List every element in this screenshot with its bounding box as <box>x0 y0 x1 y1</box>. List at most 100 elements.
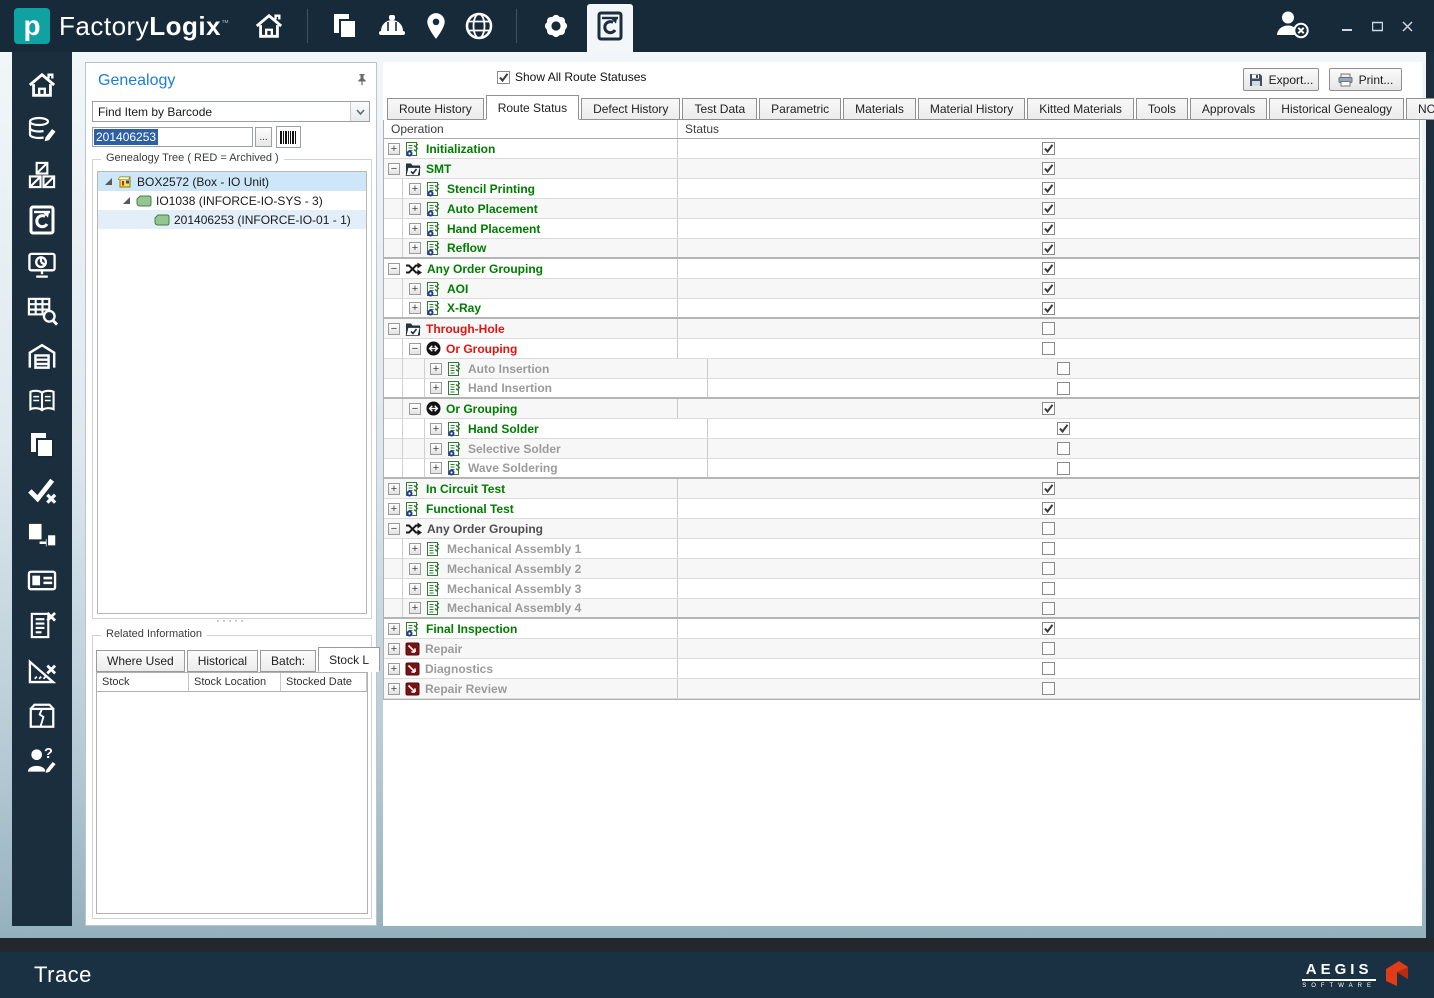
status-checkbox[interactable] <box>1057 422 1070 435</box>
sidebar-item-book[interactable] <box>12 377 72 422</box>
table-row[interactable]: + Hand Solder <box>384 419 1419 439</box>
table-row[interactable]: + Mechanical Assembly 1 <box>384 539 1419 559</box>
status-checkbox[interactable] <box>1042 322 1055 335</box>
tab-historical-genealogy[interactable]: Historical Genealogy <box>1269 98 1405 120</box>
table-row[interactable]: + Functional Test <box>384 499 1419 519</box>
expander-expand-icon[interactable]: + <box>409 202 421 215</box>
table-row[interactable]: + Selective Solder <box>384 439 1419 459</box>
expander-collapse-icon[interactable]: − <box>409 342 421 355</box>
expander-expand-icon[interactable]: + <box>409 242 421 254</box>
expander-expand-icon[interactable]: + <box>409 222 421 235</box>
related-tab-historical[interactable]: Historical <box>186 650 259 672</box>
expander-expand-icon[interactable]: + <box>409 182 421 195</box>
print-button[interactable]: Print... <box>1329 68 1402 91</box>
sidebar-item-data-edit[interactable] <box>12 107 72 152</box>
sidebar-item-measure[interactable] <box>12 647 72 692</box>
sidebar-item-id-card[interactable] <box>12 557 72 602</box>
browse-button[interactable]: ... <box>255 127 272 147</box>
expander-expand-icon[interactable]: + <box>409 602 421 614</box>
tree-item[interactable]: IO1038 (INFORCE-IO-SYS - 3) <box>98 191 366 210</box>
status-checkbox[interactable] <box>1042 562 1055 575</box>
table-row[interactable]: − Through-Hole <box>384 319 1419 339</box>
table-row[interactable]: + Mechanical Assembly 3 <box>384 579 1419 599</box>
tree-expander-icon[interactable] <box>104 177 113 186</box>
scan-barcode-button[interactable] <box>276 126 301 148</box>
status-checkbox[interactable] <box>1042 682 1055 695</box>
table-row[interactable]: + Auto Placement <box>384 199 1419 219</box>
gear-icon[interactable] <box>540 10 572 42</box>
expander-expand-icon[interactable]: + <box>388 662 400 675</box>
table-row[interactable]: + Repair Review <box>384 679 1419 699</box>
tab-parametric[interactable]: Parametric <box>759 98 842 120</box>
tab-kitted-materials[interactable]: Kitted Materials <box>1027 98 1134 120</box>
table-row[interactable]: − SMT <box>384 159 1419 179</box>
find-mode-select[interactable]: Find Item by Barcode <box>92 101 370 122</box>
table-row[interactable]: + Diagnostics <box>384 659 1419 679</box>
barcode-input[interactable]: 201406253 <box>92 127 253 147</box>
table-row[interactable]: − Or Grouping <box>384 399 1419 419</box>
expander-collapse-icon[interactable]: − <box>388 522 400 535</box>
related-tab-batch-[interactable]: Batch: <box>260 650 317 672</box>
status-checkbox[interactable] <box>1057 442 1070 455</box>
status-checkbox[interactable] <box>1057 461 1070 475</box>
table-row[interactable]: + X-Ray <box>384 299 1419 319</box>
status-checkbox[interactable] <box>1042 162 1055 175</box>
expander-expand-icon[interactable]: + <box>388 482 400 495</box>
user-logout-icon[interactable] <box>1274 9 1310 44</box>
expander-expand-icon[interactable]: + <box>388 502 400 515</box>
tab-material-history[interactable]: Material History <box>917 98 1026 120</box>
trace-module-button-active[interactable] <box>586 4 633 52</box>
table-row[interactable]: + Stencil Printing <box>384 179 1419 199</box>
status-checkbox[interactable] <box>1057 362 1070 375</box>
tab-tools[interactable]: Tools <box>1135 98 1188 120</box>
table-row[interactable]: + Wave Soldering <box>384 459 1419 479</box>
expander-expand-icon[interactable]: + <box>388 682 400 695</box>
status-checkbox[interactable] <box>1042 502 1055 515</box>
status-checkbox[interactable] <box>1042 402 1055 415</box>
status-checkbox[interactable] <box>1042 601 1055 615</box>
expander-expand-icon[interactable]: + <box>388 622 400 635</box>
status-checkbox[interactable] <box>1042 282 1055 295</box>
status-checkbox[interactable] <box>1042 202 1055 215</box>
tree-item[interactable]: BOX2572 (Box - IO Unit) <box>98 172 366 191</box>
documents-icon[interactable] <box>331 12 359 40</box>
sidebar-item-ncr-list[interactable] <box>12 602 72 647</box>
sidebar-item-damaged-box[interactable] <box>12 692 72 737</box>
status-checkbox[interactable] <box>1042 241 1055 255</box>
tree-item[interactable]: 201406253 (INFORCE-IO-01 - 1) <box>98 210 366 229</box>
table-row[interactable]: − Or Grouping <box>384 339 1419 359</box>
expander-expand-icon[interactable]: + <box>430 462 442 474</box>
tab-ncr-history[interactable]: NCR History <box>1406 98 1434 120</box>
expander-expand-icon[interactable]: + <box>409 562 421 575</box>
table-row[interactable]: + Mechanical Assembly 2 <box>384 559 1419 579</box>
show-all-checkbox[interactable] <box>497 70 510 84</box>
status-checkbox[interactable] <box>1042 522 1055 535</box>
table-row[interactable]: + AOI <box>384 279 1419 299</box>
expander-expand-icon[interactable]: + <box>409 582 421 595</box>
expander-collapse-icon[interactable]: − <box>409 402 421 415</box>
status-checkbox[interactable] <box>1042 262 1055 275</box>
table-row[interactable]: + Repair <box>384 639 1419 659</box>
tab-approvals[interactable]: Approvals <box>1189 98 1268 120</box>
status-checkbox[interactable] <box>1042 342 1055 355</box>
maximize-button[interactable] <box>1366 15 1388 37</box>
globe-icon[interactable] <box>465 12 493 40</box>
sidebar-item-trace-book[interactable] <box>12 197 72 242</box>
sidebar-item-verify[interactable] <box>12 467 72 512</box>
status-checkbox[interactable] <box>1042 222 1055 235</box>
expander-expand-icon[interactable]: + <box>409 282 421 295</box>
sidebar-item-table-search[interactable] <box>12 287 72 332</box>
status-checkbox[interactable] <box>1042 662 1055 675</box>
table-row[interactable]: + Final Inspection <box>384 619 1419 639</box>
table-row[interactable]: − Any Order Grouping <box>384 259 1419 279</box>
map-pin-icon[interactable] <box>425 11 447 41</box>
status-checkbox[interactable] <box>1042 642 1055 655</box>
expander-expand-icon[interactable]: + <box>388 142 400 155</box>
table-row[interactable]: + Mechanical Assembly 4 <box>384 599 1419 619</box>
table-row[interactable]: + Hand Insertion <box>384 379 1419 399</box>
table-row[interactable]: + Initialization <box>384 139 1419 159</box>
expander-collapse-icon[interactable]: − <box>388 162 400 175</box>
expander-expand-icon[interactable]: + <box>430 382 442 394</box>
table-row[interactable]: + Reflow <box>384 239 1419 259</box>
pin-icon[interactable] <box>356 73 368 91</box>
